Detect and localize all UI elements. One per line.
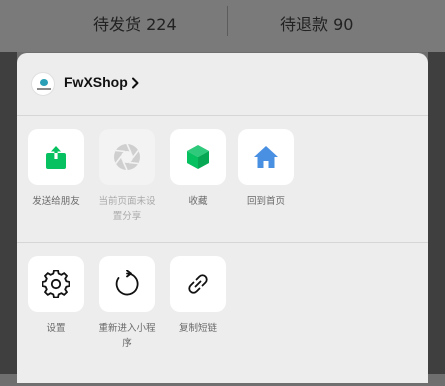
page-share-unset-tile: [99, 129, 155, 185]
reenter-miniprogram-tile[interactable]: [99, 256, 155, 312]
copy-short-link-label: 复制短链: [178, 323, 217, 334]
background-right: [428, 52, 445, 374]
page-share-unset-action: 当前页面未设置分享: [91, 129, 163, 224]
background-stats-bar: 待发货 224 待退款 90: [0, 0, 445, 52]
favorite-action[interactable]: 收藏: [162, 129, 234, 209]
shop-name[interactable]: FwXShop: [64, 74, 128, 90]
shop-logo: [31, 72, 55, 96]
copy-short-link-tile[interactable]: [170, 256, 226, 312]
back-to-home-tile[interactable]: [238, 129, 294, 185]
settings-action[interactable]: 设置: [20, 256, 92, 336]
pending-shipment-count: 待发货 224: [93, 15, 177, 34]
settings-tile[interactable]: [28, 256, 84, 312]
action-sheet: FwXShop 发送给朋友 当前页面未设置分享 收藏 回到首页 设置 重新进入小…: [17, 53, 428, 383]
copy-short-link-action[interactable]: 复制短链: [162, 256, 234, 336]
send-to-friend-tile[interactable]: [28, 129, 84, 185]
favorite-tile[interactable]: [170, 129, 226, 185]
stats-divider: [227, 6, 228, 36]
back-to-home-label: 回到首页: [246, 196, 285, 207]
gear-icon: [42, 270, 70, 298]
back-to-home-action[interactable]: 回到首页: [230, 129, 302, 209]
page-share-unset-label: 当前页面未设置分享: [98, 196, 156, 222]
send-to-friend-label: 发送给朋友: [32, 196, 80, 207]
share-up-icon: [46, 146, 66, 169]
reenter-miniprogram-label: 重新进入小程序: [98, 323, 156, 349]
settings-label: 设置: [46, 323, 66, 334]
action-row-primary: 发送给朋友 当前页面未设置分享 收藏 回到首页: [17, 129, 428, 243]
background-left: [0, 52, 17, 374]
sheet-header[interactable]: FwXShop: [17, 53, 428, 116]
link-icon: [188, 274, 208, 294]
send-to-friend-action[interactable]: 发送给朋友: [20, 129, 92, 209]
reenter-miniprogram-action[interactable]: 重新进入小程序: [91, 256, 163, 351]
chevron-right-icon: [132, 77, 139, 89]
shutter-icon: [114, 143, 140, 171]
cube-icon: [187, 145, 209, 169]
pending-refund-count: 待退款 90: [280, 15, 354, 34]
favorite-label: 收藏: [188, 196, 208, 207]
refresh-icon: [115, 270, 139, 296]
action-row-secondary: 设置 重新进入小程序 复制短链: [17, 256, 428, 386]
home-icon: [254, 146, 278, 168]
